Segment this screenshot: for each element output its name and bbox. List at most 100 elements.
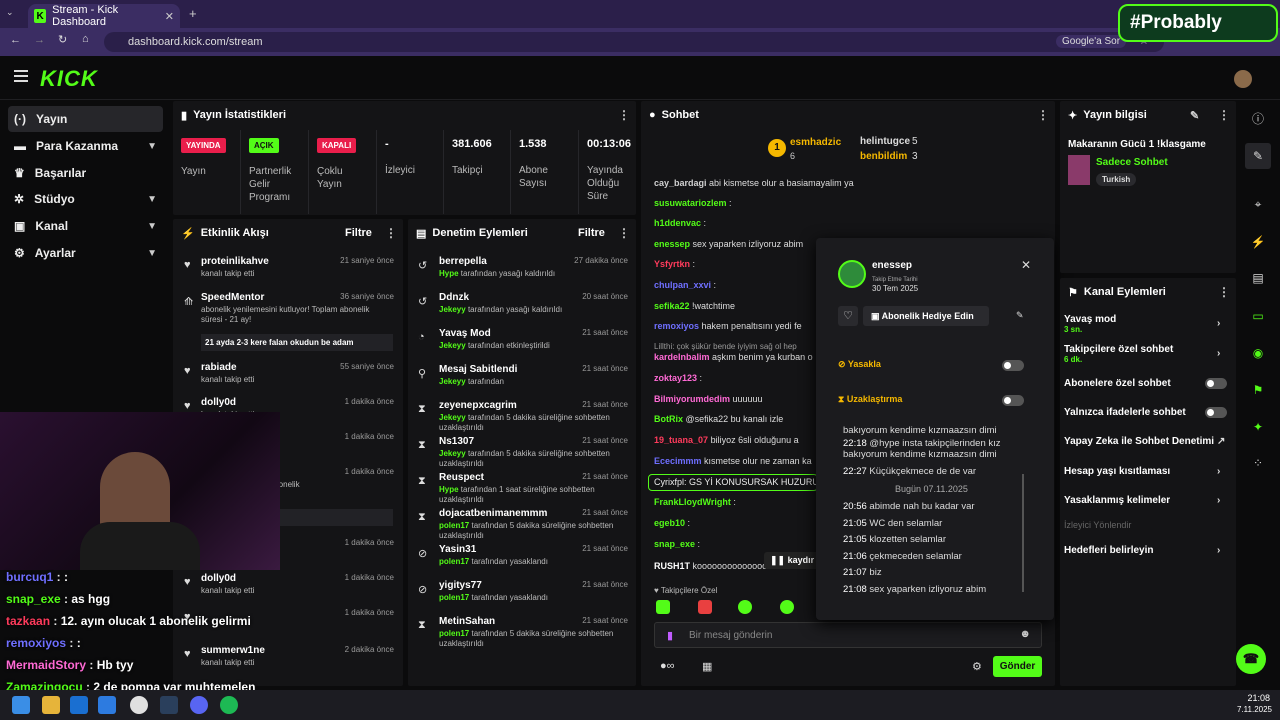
pencil-icon[interactable]: ✎ bbox=[1245, 143, 1271, 169]
chat-username[interactable]: Ececimmm bbox=[654, 456, 702, 466]
chat-username[interactable]: Ysfyrtkn bbox=[654, 259, 690, 269]
more-icon[interactable]: ⋮ bbox=[1218, 108, 1230, 122]
chat-username[interactable]: h1ddenvac bbox=[654, 218, 701, 228]
filter-button[interactable]: Filtre bbox=[345, 227, 372, 239]
chat-username[interactable]: remoxiyos bbox=[654, 321, 699, 331]
activity-username[interactable]: dolly0d bbox=[201, 573, 236, 584]
nav-item-stream[interactable]: (·) Yayın bbox=[8, 106, 163, 132]
spotify-icon[interactable] bbox=[220, 696, 238, 714]
wrench-icon[interactable]: ✦ bbox=[1245, 414, 1271, 440]
moderator-name[interactable]: Jekeyy bbox=[439, 449, 466, 458]
gear-icon[interactable]: ⚙ bbox=[972, 660, 982, 673]
nav-item-channel[interactable]: ▣ Kanal ▼ bbox=[8, 213, 163, 239]
more-icon[interactable]: ⋮ bbox=[1037, 108, 1049, 122]
moderation-target[interactable]: dojacatbenimanemmm bbox=[439, 508, 547, 519]
nav-item-achievements[interactable]: ♛ Başarılar bbox=[8, 160, 163, 186]
filter-button[interactable]: Filtre bbox=[578, 227, 605, 239]
category-link[interactable]: Sadece Sohbet bbox=[1096, 157, 1168, 168]
broadcast-icon[interactable]: ◉ bbox=[1245, 340, 1271, 366]
chat-username[interactable]: enessep bbox=[654, 239, 690, 249]
chrome-icon[interactable] bbox=[130, 696, 148, 714]
activity-username[interactable]: dolly0d bbox=[201, 397, 236, 408]
follower-only-action[interactable]: Takipçilere özel sohbet 6 dk. › bbox=[1064, 344, 1220, 364]
leader-name[interactable]: esmhadzic bbox=[790, 137, 841, 148]
ban-toggle[interactable] bbox=[1002, 360, 1024, 371]
moderation-target[interactable]: MetinSahan bbox=[439, 616, 495, 627]
store-app-icon[interactable] bbox=[98, 696, 116, 714]
emote-picker-icon[interactable]: ▮ bbox=[667, 629, 673, 642]
home-icon[interactable]: ⌂ bbox=[82, 33, 89, 45]
discord-icon[interactable] bbox=[190, 696, 208, 714]
moderator-name[interactable]: polen17 bbox=[439, 629, 469, 638]
moderator-name[interactable]: polen17 bbox=[439, 521, 469, 530]
moderator-name[interactable]: Jekeyy bbox=[439, 377, 466, 386]
flag-icon[interactable]: ⚑ bbox=[1245, 377, 1271, 403]
close-icon[interactable]: ✕ bbox=[1021, 258, 1031, 272]
user-name[interactable]: enessep bbox=[872, 260, 912, 271]
moderation-target[interactable]: Yavaş Mod bbox=[439, 328, 491, 339]
leader-name[interactable]: helintugce bbox=[860, 136, 910, 147]
more-icon[interactable]: ⋮ bbox=[618, 108, 630, 122]
moderator-name[interactable]: Jekeyy bbox=[439, 413, 466, 422]
activity-username[interactable]: SpeedMentor bbox=[201, 292, 264, 303]
mic-icon[interactable]: ✎ bbox=[1016, 310, 1024, 321]
ai-moderation-action[interactable]: Yapay Zeka ile Sohbet Denetimi ↗ bbox=[1064, 436, 1225, 447]
moderator-name[interactable]: polen17 bbox=[439, 593, 469, 602]
moderator-name[interactable]: Jekeyy bbox=[439, 305, 466, 314]
outlook-icon[interactable] bbox=[70, 696, 88, 714]
emote-icon[interactable] bbox=[698, 600, 712, 614]
moderation-target[interactable]: Ddnzk bbox=[439, 292, 469, 303]
more-icon[interactable]: ⋮ bbox=[618, 226, 630, 240]
moderation-target[interactable]: Mesaj Sabitlendi bbox=[439, 364, 517, 375]
chat-username[interactable]: zoktay123 bbox=[654, 373, 697, 383]
menu-icon[interactable] bbox=[14, 70, 28, 82]
moderation-target[interactable]: Reuspect bbox=[439, 472, 484, 483]
chat-paused-button[interactable]: ❚❚ kaydır bbox=[764, 552, 821, 569]
activity-username[interactable]: proteinlikahve bbox=[201, 256, 269, 267]
file-explorer-icon[interactable] bbox=[42, 696, 60, 714]
browser-tab[interactable]: K Stream - Kick Dashboard ✕ bbox=[28, 4, 180, 28]
forward-icon[interactable]: → bbox=[34, 34, 45, 46]
nav-item-studio[interactable]: ✲ Stüdyo ▼ bbox=[8, 186, 163, 212]
moderator-name[interactable]: Hype bbox=[439, 269, 459, 278]
moderation-target[interactable]: Yasin31 bbox=[439, 544, 476, 555]
focus-icon[interactable]: ⌖ bbox=[1245, 191, 1271, 217]
steam-icon[interactable] bbox=[160, 696, 178, 714]
chat-username[interactable]: cay_bardagi bbox=[654, 178, 707, 188]
goals-action[interactable]: Hedefleri belirleyin › bbox=[1064, 545, 1220, 556]
reload-icon[interactable]: ↻ bbox=[58, 33, 67, 46]
account-age-action[interactable]: Hesap yaşı kısıtlaması › bbox=[1064, 466, 1220, 477]
gift-sub-button[interactable]: ▣ Abonelik Hediye Edin bbox=[863, 306, 989, 326]
nav-item-monetization[interactable]: ▬ Para Kazanma ▼ bbox=[8, 133, 163, 159]
activity-username[interactable]: rabiade bbox=[201, 362, 237, 373]
emote-only-toggle[interactable] bbox=[1205, 407, 1227, 418]
tab-list-icon[interactable]: ⌄ bbox=[6, 7, 14, 18]
chat-username[interactable]: RUSH1T bbox=[654, 561, 690, 571]
moderator-name[interactable]: polen17 bbox=[439, 557, 469, 566]
chat-username[interactable]: chulpan_xxvi bbox=[654, 280, 711, 290]
activity-username[interactable]: summerw1ne bbox=[201, 645, 265, 656]
follow-heart-button[interactable]: ♡ bbox=[838, 306, 858, 326]
moderator-name[interactable]: Jekeyy bbox=[439, 341, 466, 350]
banned-words-action[interactable]: Yasaklanmış kelimeler › bbox=[1064, 495, 1220, 506]
nav-item-settings[interactable]: ⚙ Ayarlar ▼ bbox=[8, 240, 163, 266]
more-icon[interactable]: ⋮ bbox=[1218, 285, 1230, 299]
url-field[interactable]: dashboard.kick.com/stream Google'a Sor ☆ bbox=[104, 32, 1164, 52]
emote-icon[interactable] bbox=[780, 600, 794, 614]
edit-icon[interactable]: ✎ bbox=[1190, 109, 1199, 122]
back-icon[interactable]: ← bbox=[10, 34, 21, 46]
send-button[interactable]: Gönder bbox=[993, 656, 1042, 677]
moderation-target[interactable]: zeyenepxcagrim bbox=[439, 400, 517, 411]
chat-username[interactable]: egeb10 bbox=[654, 518, 685, 528]
emote-icon[interactable] bbox=[656, 600, 670, 614]
info-icon[interactable]: ⓘ bbox=[1245, 105, 1271, 131]
pinned-message[interactable]: Cyrixfpl: GS Yİ KONUSURSAK HUZURU bbox=[648, 474, 818, 491]
moderation-target[interactable]: berrepella bbox=[439, 256, 487, 267]
moderator-name[interactable]: Hype bbox=[439, 485, 459, 494]
chat-username[interactable]: 19_tuana_07 bbox=[654, 435, 708, 445]
moderation-target[interactable]: Ns1307 bbox=[439, 436, 474, 447]
smiley-icon[interactable]: ☻ bbox=[1019, 628, 1031, 640]
windows-start-icon[interactable] bbox=[12, 696, 30, 714]
chat-username[interactable]: Bilmiyorumdedim bbox=[654, 394, 730, 404]
bolt-icon[interactable]: ⚡ bbox=[1245, 229, 1271, 255]
